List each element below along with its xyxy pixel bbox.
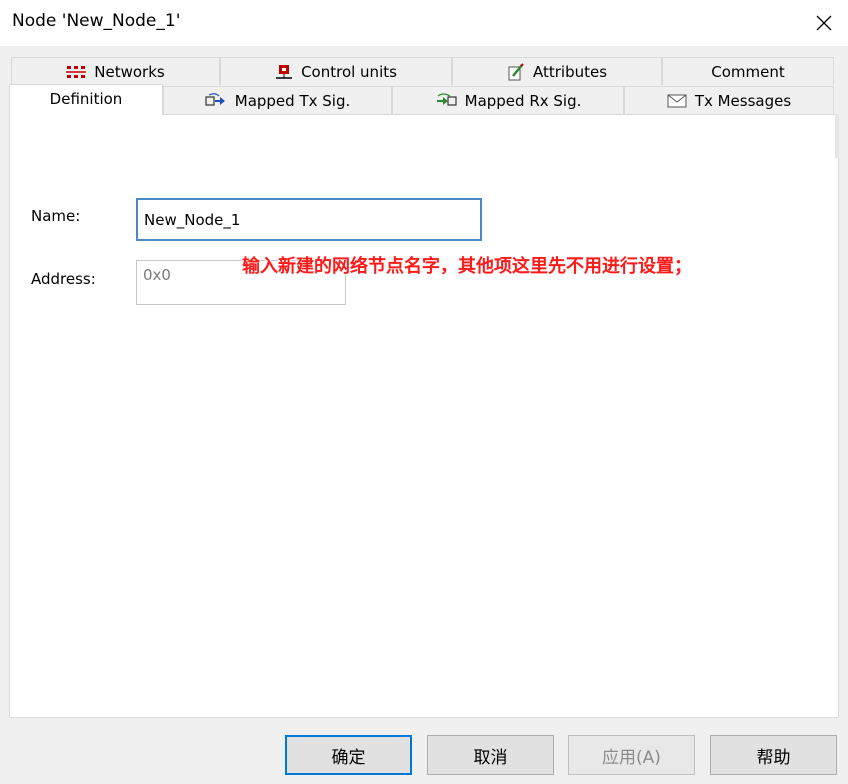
tab-control-units[interactable]: Control units (220, 57, 452, 85)
tab-attributes[interactable]: Attributes (452, 57, 662, 85)
attributes-icon (507, 62, 525, 81)
networks-icon (66, 65, 87, 79)
tab-definition[interactable]: Definition (9, 84, 163, 115)
tab-comment-label: Comment (711, 62, 785, 81)
tab-definition-label: Definition (49, 90, 123, 108)
tab-mapped-tx-sig-label: Mapped Tx Sig. (234, 91, 351, 110)
close-icon (816, 15, 832, 31)
control-units-icon (275, 64, 293, 80)
close-button[interactable] (800, 0, 848, 46)
name-input[interactable] (136, 198, 482, 241)
help-button[interactable]: 帮助 (710, 735, 837, 775)
tab-networks-label: Networks (94, 62, 165, 81)
title-bar: Node 'New_Node_1' (0, 0, 848, 46)
apply-button[interactable]: 应用(A) (568, 735, 695, 775)
tab-comment[interactable]: Comment (662, 57, 834, 85)
tab-control-units-label: Control units (301, 62, 397, 81)
address-label: Address: (31, 270, 96, 288)
name-label: Name: (31, 207, 81, 225)
tab-attributes-label: Attributes (532, 62, 608, 81)
tab-tx-messages-label: Tx Messages (694, 91, 792, 110)
window-title: Node 'New_Node_1' (12, 11, 181, 31)
tab-networks[interactable]: Networks (11, 57, 220, 85)
annotation-note: 输入新建的网络节点名字，其他项这里先不用进行设置； (242, 256, 692, 277)
mapped-tx-icon (205, 92, 227, 109)
tab-mapped-rx-sig[interactable]: Mapped Rx Sig. (392, 86, 624, 114)
mapped-rx-icon (435, 92, 457, 109)
ok-button[interactable]: 确定 (285, 735, 412, 775)
tab-mapped-tx-sig[interactable]: Mapped Tx Sig. (163, 86, 392, 114)
panel-scroll-edge (835, 114, 839, 158)
tab-tx-messages[interactable]: Tx Messages (624, 86, 834, 114)
cancel-button[interactable]: 取消 (427, 735, 554, 775)
tab-mapped-rx-sig-label: Mapped Rx Sig. (464, 91, 582, 110)
envelope-icon (667, 94, 687, 108)
